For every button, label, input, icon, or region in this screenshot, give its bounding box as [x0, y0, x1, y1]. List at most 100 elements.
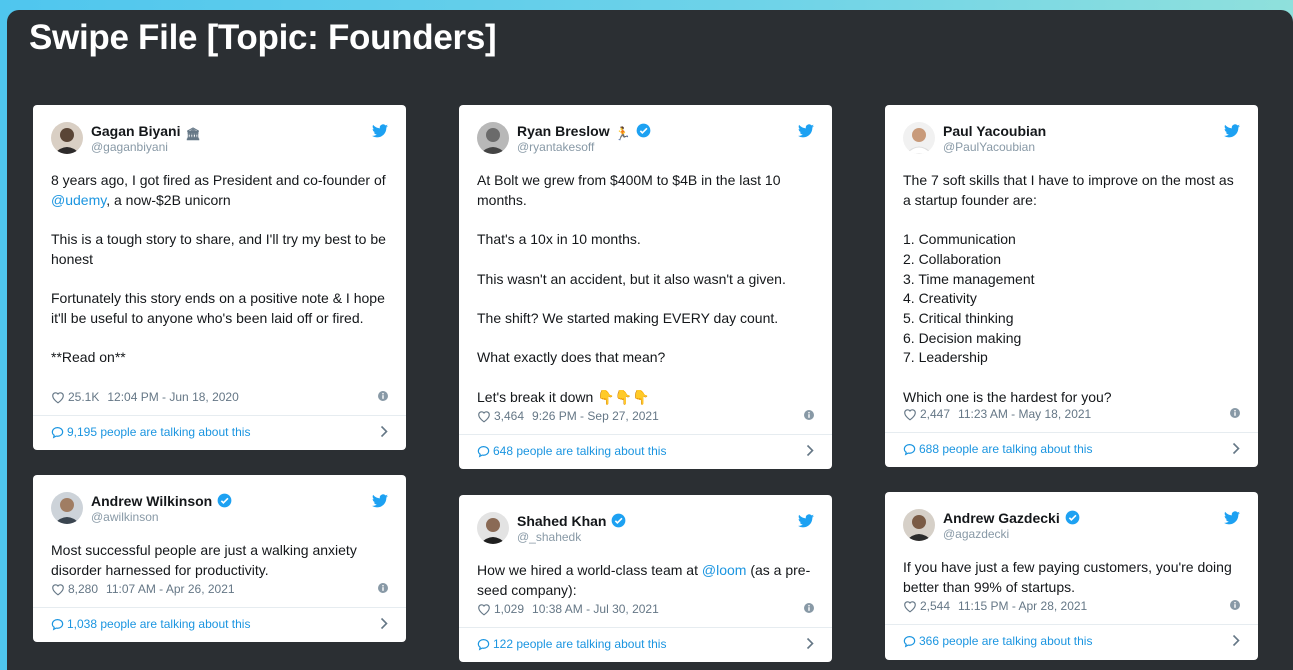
tweet-text-part: How we hired a world-class team at — [477, 562, 702, 578]
twitter-bird-icon[interactable] — [1224, 124, 1240, 138]
twitter-bird-icon[interactable] — [1224, 511, 1240, 525]
author-name-line[interactable]: Gagan Biyani 🏛 — [91, 123, 201, 141]
mention-link[interactable]: @udemy — [51, 192, 106, 208]
author-handle[interactable]: @awilkinson — [91, 510, 159, 524]
verified-badge-icon — [1065, 510, 1080, 525]
avatar[interactable] — [477, 122, 509, 154]
heart-icon[interactable] — [477, 410, 491, 423]
mention-link[interactable]: @loom — [702, 562, 747, 578]
heart-icon[interactable] — [51, 583, 65, 596]
tweet-card[interactable]: Ryan Breslow 🏃 @ryantakesoff At Bolt we g… — [459, 105, 832, 469]
divider — [885, 624, 1258, 625]
author-name-line[interactable]: Andrew Wilkinson — [91, 493, 232, 509]
talking-about-link[interactable]: 9,195 people are talking about this — [51, 425, 388, 443]
chevron-right-icon[interactable] — [380, 425, 388, 438]
avatar[interactable] — [51, 492, 83, 524]
tweet-text-part: At Bolt we grew from $400M to $4B in the… — [477, 172, 786, 405]
author-name[interactable]: Andrew Wilkinson — [91, 493, 212, 509]
chevron-right-icon[interactable] — [806, 444, 814, 457]
avatar[interactable] — [51, 122, 83, 154]
tweet-timestamp[interactable]: 11:23 AM - May 18, 2021 — [958, 407, 1091, 421]
author-handle[interactable]: @agazdecki — [943, 527, 1009, 541]
talking-about-link[interactable]: 648 people are talking about this — [477, 444, 814, 462]
talking-about-link[interactable]: 122 people are talking about this — [477, 637, 814, 655]
twitter-bird-icon[interactable] — [798, 124, 814, 138]
like-count[interactable]: 25.1K — [68, 390, 99, 404]
author-name[interactable]: Gagan Biyani — [91, 123, 180, 139]
info-icon[interactable] — [378, 391, 388, 401]
talking-count[interactable]: 122 people are talking about this — [493, 637, 666, 651]
tweet-text-part: If you have just a few paying customers,… — [903, 559, 1232, 595]
talking-count[interactable]: 1,038 people are talking about this — [67, 617, 250, 631]
tweet-timestamp[interactable]: 9:26 PM - Sep 27, 2021 — [532, 409, 659, 423]
author-handle[interactable]: @_shahedk — [517, 530, 581, 544]
info-icon[interactable] — [1230, 600, 1240, 610]
talking-count[interactable]: 366 people are talking about this — [919, 634, 1092, 648]
talking-count[interactable]: 9,195 people are talking about this — [67, 425, 250, 439]
tweet-text: The 7 soft skills that I have to improve… — [903, 171, 1244, 407]
tweet-header: Andrew Wilkinson @awilkinson — [51, 492, 388, 526]
avatar[interactable] — [903, 122, 935, 154]
heart-icon[interactable] — [477, 603, 491, 616]
talking-about-link[interactable]: 1,038 people are talking about this — [51, 617, 388, 635]
info-icon[interactable] — [804, 603, 814, 613]
tweet-meta: 2,544 11:15 PM - Apr 28, 2021 — [903, 599, 1240, 617]
info-icon[interactable] — [378, 583, 388, 593]
info-icon[interactable] — [1230, 408, 1240, 418]
tweet-timestamp[interactable]: 11:07 AM - Apr 26, 2021 — [106, 582, 235, 596]
tweet-text-part: , a now-$2B unicorn This is a tough stor… — [51, 191, 386, 366]
tweet-card[interactable]: Gagan Biyani 🏛 @gaganbiyani 8 years ago, … — [33, 105, 406, 450]
like-count[interactable]: 3,464 — [494, 409, 524, 423]
author-name[interactable]: Andrew Gazdecki — [943, 510, 1060, 526]
chevron-right-icon[interactable] — [1232, 442, 1240, 455]
author-name[interactable]: Shahed Khan — [517, 513, 606, 529]
verified-badge-icon — [217, 493, 232, 508]
tweet-card[interactable]: Andrew Gazdecki @agazdecki If you have j… — [885, 492, 1258, 660]
author-handle[interactable]: @ryantakesoff — [517, 140, 594, 154]
chevron-right-icon[interactable] — [380, 617, 388, 630]
like-count[interactable]: 1,029 — [494, 602, 524, 616]
tweet-card[interactable]: Paul Yacoubian @PaulYacoubian The 7 soft… — [885, 105, 1258, 467]
tweet-timestamp[interactable]: 11:15 PM - Apr 28, 2021 — [958, 599, 1087, 613]
chevron-right-icon[interactable] — [806, 637, 814, 650]
heart-icon[interactable] — [903, 408, 917, 421]
author-handle[interactable]: @PaulYacoubian — [943, 140, 1035, 154]
tweet-timestamp[interactable]: 10:38 AM - Jul 30, 2021 — [532, 602, 659, 616]
talking-about-link[interactable]: 688 people are talking about this — [903, 442, 1240, 460]
tweet-timestamp[interactable]: 12:04 PM - Jun 18, 2020 — [107, 390, 238, 404]
tweet-card[interactable]: Shahed Khan @_shahedk How we hired a wor… — [459, 495, 832, 662]
verified-badge-icon — [612, 513, 626, 528]
talking-count[interactable]: 648 people are talking about this — [493, 444, 666, 458]
author-emoji-badge: 🏃 — [614, 126, 631, 141]
board-title: Swipe File [Topic: Founders] — [29, 18, 497, 57]
twitter-bird-icon[interactable] — [372, 494, 388, 508]
tweet-header: Shahed Khan @_shahedk — [477, 512, 814, 546]
tweet-meta: 1,029 10:38 AM - Jul 30, 2021 — [477, 602, 814, 620]
heart-icon[interactable] — [51, 391, 65, 404]
like-count[interactable]: 2,447 — [920, 407, 950, 421]
author-name[interactable]: Ryan Breslow — [517, 123, 610, 139]
like-count[interactable]: 8,280 — [68, 582, 98, 596]
talking-count[interactable]: 688 people are talking about this — [919, 442, 1092, 456]
author-emoji-badge: 🏛 — [185, 127, 201, 141]
chevron-right-icon[interactable] — [1232, 634, 1240, 647]
author-name-line[interactable]: Andrew Gazdecki — [943, 510, 1080, 526]
twitter-bird-icon[interactable] — [372, 124, 388, 138]
heart-icon[interactable] — [903, 600, 917, 613]
author-name-line[interactable]: Shahed Khan — [517, 513, 626, 529]
author-name-line[interactable]: Paul Yacoubian — [943, 123, 1046, 139]
tweet-header: Paul Yacoubian @PaulYacoubian — [903, 122, 1240, 156]
like-count[interactable]: 2,544 — [920, 599, 950, 613]
tweet-card[interactable]: Andrew Wilkinson @awilkinson Most succes… — [33, 475, 406, 642]
author-name[interactable]: Paul Yacoubian — [943, 123, 1046, 139]
info-icon[interactable] — [804, 410, 814, 420]
tweet-meta: 2,447 11:23 AM - May 18, 2021 — [903, 407, 1240, 425]
twitter-bird-icon[interactable] — [798, 514, 814, 528]
tweet-text: Most successful people are just a walkin… — [51, 541, 392, 580]
speech-bubble-icon — [477, 446, 490, 458]
author-handle[interactable]: @gaganbiyani — [91, 140, 168, 154]
tweet-text: If you have just a few paying customers,… — [903, 558, 1244, 597]
avatar[interactable] — [477, 512, 509, 544]
talking-about-link[interactable]: 366 people are talking about this — [903, 634, 1240, 652]
avatar[interactable] — [903, 509, 935, 541]
